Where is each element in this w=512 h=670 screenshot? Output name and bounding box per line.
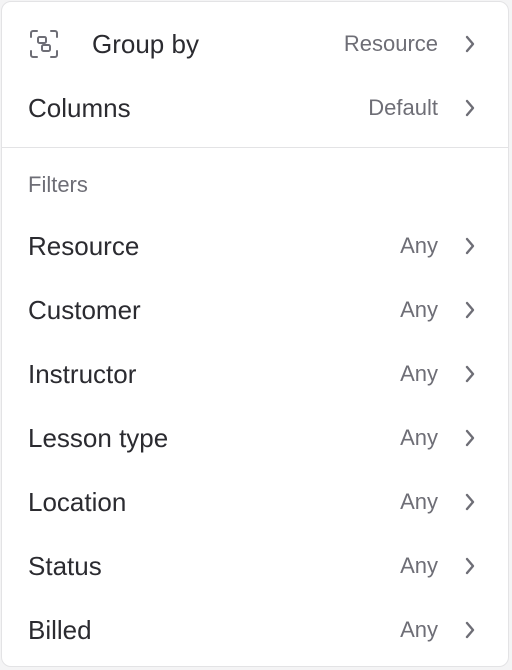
filter-label: Billed xyxy=(28,614,92,645)
chevron-right-icon xyxy=(462,490,478,514)
filter-label: Lesson type xyxy=(28,422,169,453)
filter-label: Instructor xyxy=(28,358,137,389)
filter-label: Location xyxy=(28,486,127,517)
filter-value: Any xyxy=(400,425,438,450)
filter-row-billed[interactable]: Billed Any xyxy=(2,598,508,662)
filter-value: Any xyxy=(400,489,438,514)
chevron-right-icon xyxy=(462,362,478,386)
group-by-value: Resource xyxy=(343,31,438,56)
filter-row-customer[interactable]: Customer Any xyxy=(2,278,508,342)
filter-value: Any xyxy=(400,233,438,258)
filter-row-status[interactable]: Status Any xyxy=(2,534,508,598)
filter-row-lesson-type[interactable]: Lesson type Any xyxy=(2,406,508,470)
chevron-right-icon xyxy=(462,32,478,56)
filter-value: Any xyxy=(400,361,438,386)
chevron-right-icon xyxy=(462,426,478,450)
chevron-right-icon xyxy=(462,96,478,120)
group-by-label: Group by xyxy=(92,28,199,59)
filter-value: Any xyxy=(400,553,438,578)
chevron-right-icon xyxy=(462,234,478,258)
filter-label: Status xyxy=(28,550,102,581)
divider xyxy=(2,147,508,148)
group-icon xyxy=(28,28,60,60)
options-menu: Group by Resource Columns Default Filter… xyxy=(1,1,509,667)
chevron-right-icon xyxy=(462,554,478,578)
filter-row-instructor[interactable]: Instructor Any xyxy=(2,342,508,406)
filter-value: Any xyxy=(400,617,438,642)
group-by-row[interactable]: Group by Resource xyxy=(2,12,508,76)
columns-label: Columns xyxy=(28,92,131,123)
chevron-right-icon xyxy=(462,618,478,642)
filter-label: Customer xyxy=(28,294,141,325)
filters-heading: Filters xyxy=(28,172,88,197)
filter-row-resource[interactable]: Resource Any xyxy=(2,214,508,278)
filter-label: Resource xyxy=(28,230,140,261)
columns-value: Default xyxy=(368,95,438,120)
columns-row[interactable]: Columns Default xyxy=(2,76,508,140)
filter-value: Any xyxy=(400,297,438,322)
filter-row-location[interactable]: Location Any xyxy=(2,470,508,534)
chevron-right-icon xyxy=(462,298,478,322)
